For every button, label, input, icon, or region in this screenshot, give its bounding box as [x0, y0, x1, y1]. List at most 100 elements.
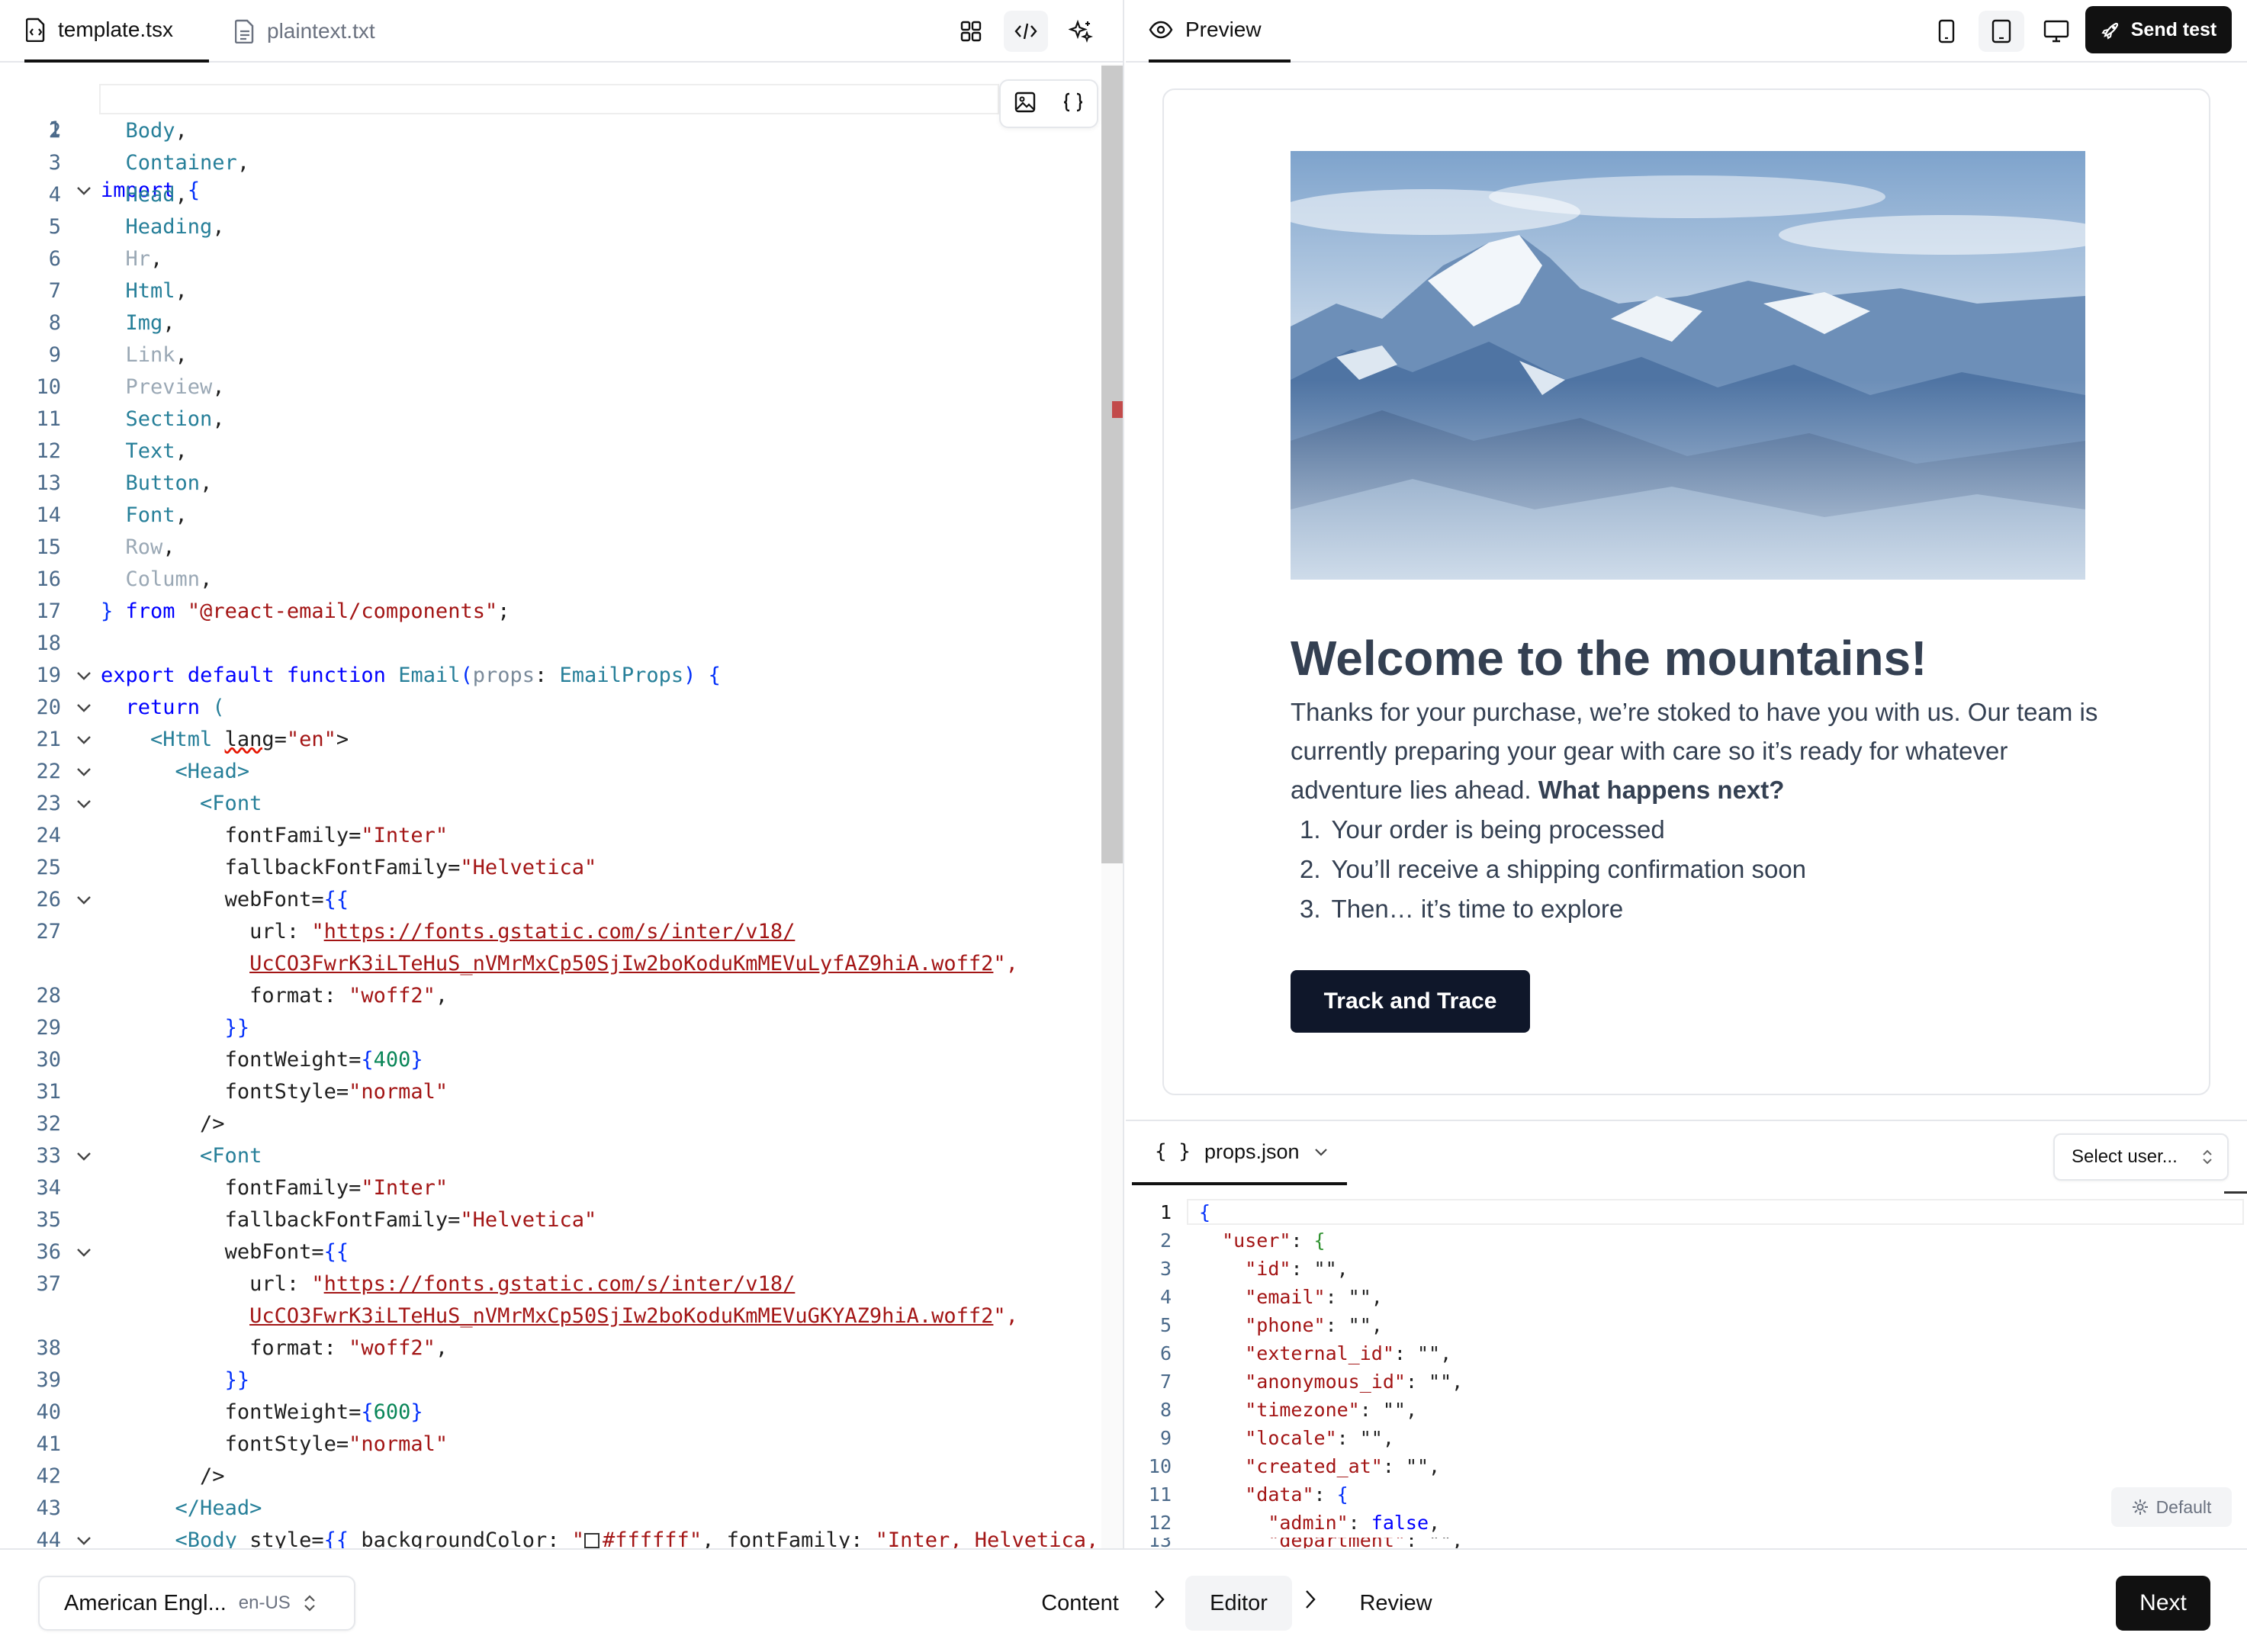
code-token: {	[1336, 1483, 1349, 1506]
line-number: 10	[36, 375, 61, 399]
fold-chevron-icon[interactable]	[73, 660, 95, 691]
json-line: 12 "admin": false,	[1126, 1509, 2224, 1537]
code-view-button[interactable]	[1004, 11, 1048, 52]
code-token: fallbackFontFamily=	[224, 856, 461, 879]
color-swatch[interactable]	[584, 1533, 600, 1548]
tab-template-tsx[interactable]: template.tsx	[24, 0, 209, 63]
code-token: {{	[323, 888, 349, 911]
code-token: Body	[125, 119, 175, 143]
code-line: 5 Heading,	[0, 212, 1098, 243]
line-number: 11	[1148, 1483, 1172, 1506]
code-editor[interactable]: 1 import { 2 Body, 3 Container, 4 Head, …	[0, 64, 1124, 1548]
code-line: 25 fallbackFontFamily="Helvetica"	[0, 853, 1098, 883]
code-token: "external_id"	[1245, 1342, 1394, 1364]
code-token: "Inter, Helvetica,	[875, 1528, 1099, 1548]
line-number: 44	[36, 1528, 61, 1548]
code-token: Font	[125, 503, 175, 527]
grid-view-button[interactable]	[949, 11, 993, 52]
code-token[interactable]: https://fonts.gstatic.com/s/inter/v18/	[324, 1272, 796, 1296]
track-and-trace-button[interactable]: Track and Trace	[1291, 970, 1530, 1033]
fold-chevron-icon[interactable]	[73, 1141, 95, 1172]
line-number: 22	[36, 760, 61, 783]
line-number: 5	[1159, 1314, 1172, 1336]
tablet-view-button[interactable]	[1979, 11, 2024, 52]
line-number: 7	[48, 279, 61, 303]
line-number: 27	[36, 920, 61, 943]
code-line: 19 export default function Email(props: E…	[0, 660, 1098, 691]
json-line: 3 "id": "",	[1126, 1255, 2224, 1283]
code-line: 33 <Font	[0, 1141, 1098, 1172]
code-token: ,	[236, 151, 250, 175]
code-icon	[1014, 23, 1037, 40]
json-line: 4 "email": "",	[1126, 1284, 2224, 1311]
select-user-dropdown[interactable]: Select user...	[2053, 1133, 2229, 1181]
code-token: : "",	[1336, 1427, 1394, 1449]
code-token: <Html	[150, 728, 213, 751]
code-line: 6 Hr,	[0, 244, 1098, 275]
send-test-button[interactable]: Send test	[2085, 6, 2232, 53]
mobile-view-button[interactable]	[1924, 11, 1969, 52]
json-line: 9 "locale": "",	[1126, 1425, 2224, 1452]
list-item-text: Then… it’s time to explore	[1331, 895, 1624, 923]
code-token: ",	[993, 952, 1018, 975]
code-token: :	[1313, 1483, 1337, 1506]
locale-select[interactable]: American Engl... en-US	[38, 1576, 355, 1631]
code-token: default	[187, 664, 275, 687]
code-token: ,	[435, 984, 448, 1008]
step-review[interactable]: Review	[1342, 1576, 1449, 1631]
ai-assist-button[interactable]	[1059, 11, 1103, 52]
code-line: 2 Body,	[0, 116, 1098, 146]
code-token: }}	[224, 1368, 250, 1392]
code-token: Html	[125, 279, 175, 303]
code-line: 16 Column,	[0, 564, 1098, 595]
json-line: 7 "anonymous_id": "",	[1126, 1368, 2224, 1396]
tab-preview[interactable]: Preview	[1149, 0, 1291, 63]
code-token: (	[212, 696, 225, 719]
code-line: 31 fontStyle="normal"	[0, 1077, 1098, 1107]
tab-plaintext-txt[interactable]: plaintext.txt	[233, 0, 375, 63]
code-token[interactable]: UcCO3FwrK3iLTeHuS_nVMrMxCp50SjIw2boKoduK…	[249, 1304, 993, 1328]
fold-chevron-icon[interactable]	[73, 885, 95, 915]
line-number: 33	[36, 1144, 61, 1168]
code-token: props	[472, 664, 535, 687]
code-token: "anonymous_id"	[1245, 1371, 1406, 1393]
code-line: 11 Section,	[0, 404, 1098, 435]
fold-chevron-icon[interactable]	[73, 693, 95, 723]
next-button[interactable]: Next	[2116, 1576, 2210, 1631]
code-token: Row	[125, 535, 163, 559]
email-steps-list: 1. Your order is being processed 2. You’ll…	[1291, 810, 1806, 929]
step-editor[interactable]: Editor	[1185, 1576, 1292, 1631]
default-badge[interactable]: Default	[2111, 1487, 2232, 1527]
code-token: }	[410, 1400, 423, 1424]
chevron-updown-icon	[2203, 1149, 2212, 1165]
code-token: Button	[125, 471, 201, 495]
props-json-tab[interactable]: { } props.json	[1132, 1121, 1347, 1185]
code-token: Link	[125, 343, 175, 367]
editor-scrollbar-thumb[interactable]	[1101, 66, 1123, 863]
code-line: 9 Link,	[0, 340, 1098, 371]
step-content[interactable]: Content	[1027, 1576, 1133, 1631]
code-token: />	[200, 1464, 225, 1488]
desktop-view-button[interactable]	[2033, 11, 2079, 52]
fold-chevron-icon[interactable]	[73, 1525, 95, 1548]
fold-chevron-icon[interactable]	[73, 789, 95, 819]
code-token: Hr	[125, 247, 151, 271]
code-token: <Head>	[175, 760, 250, 783]
fold-chevron-icon[interactable]	[73, 757, 95, 787]
code-token[interactable]: https://fonts.gstatic.com/s/inter/v18/	[324, 920, 796, 943]
code-token: : "",	[1325, 1314, 1383, 1336]
line-number: 41	[36, 1432, 61, 1456]
code-token: : "",	[1291, 1258, 1349, 1280]
code-token: {	[1313, 1229, 1326, 1252]
code-token: <Body	[175, 1528, 237, 1548]
line-number: 26	[36, 888, 61, 911]
code-token: backgroundColor:	[349, 1528, 572, 1548]
fold-chevron-icon[interactable]	[73, 725, 95, 755]
code-token: ,	[175, 439, 188, 463]
file-text-icon	[233, 18, 256, 44]
code-token: : "",	[1394, 1342, 1452, 1364]
line-number: 24	[36, 824, 61, 847]
code-token[interactable]: UcCO3FwrK3iLTeHuS_nVMrMxCp50SjIw2boKoduK…	[249, 952, 993, 975]
fold-chevron-icon[interactable]	[73, 1237, 95, 1268]
line-number: 21	[36, 728, 61, 751]
